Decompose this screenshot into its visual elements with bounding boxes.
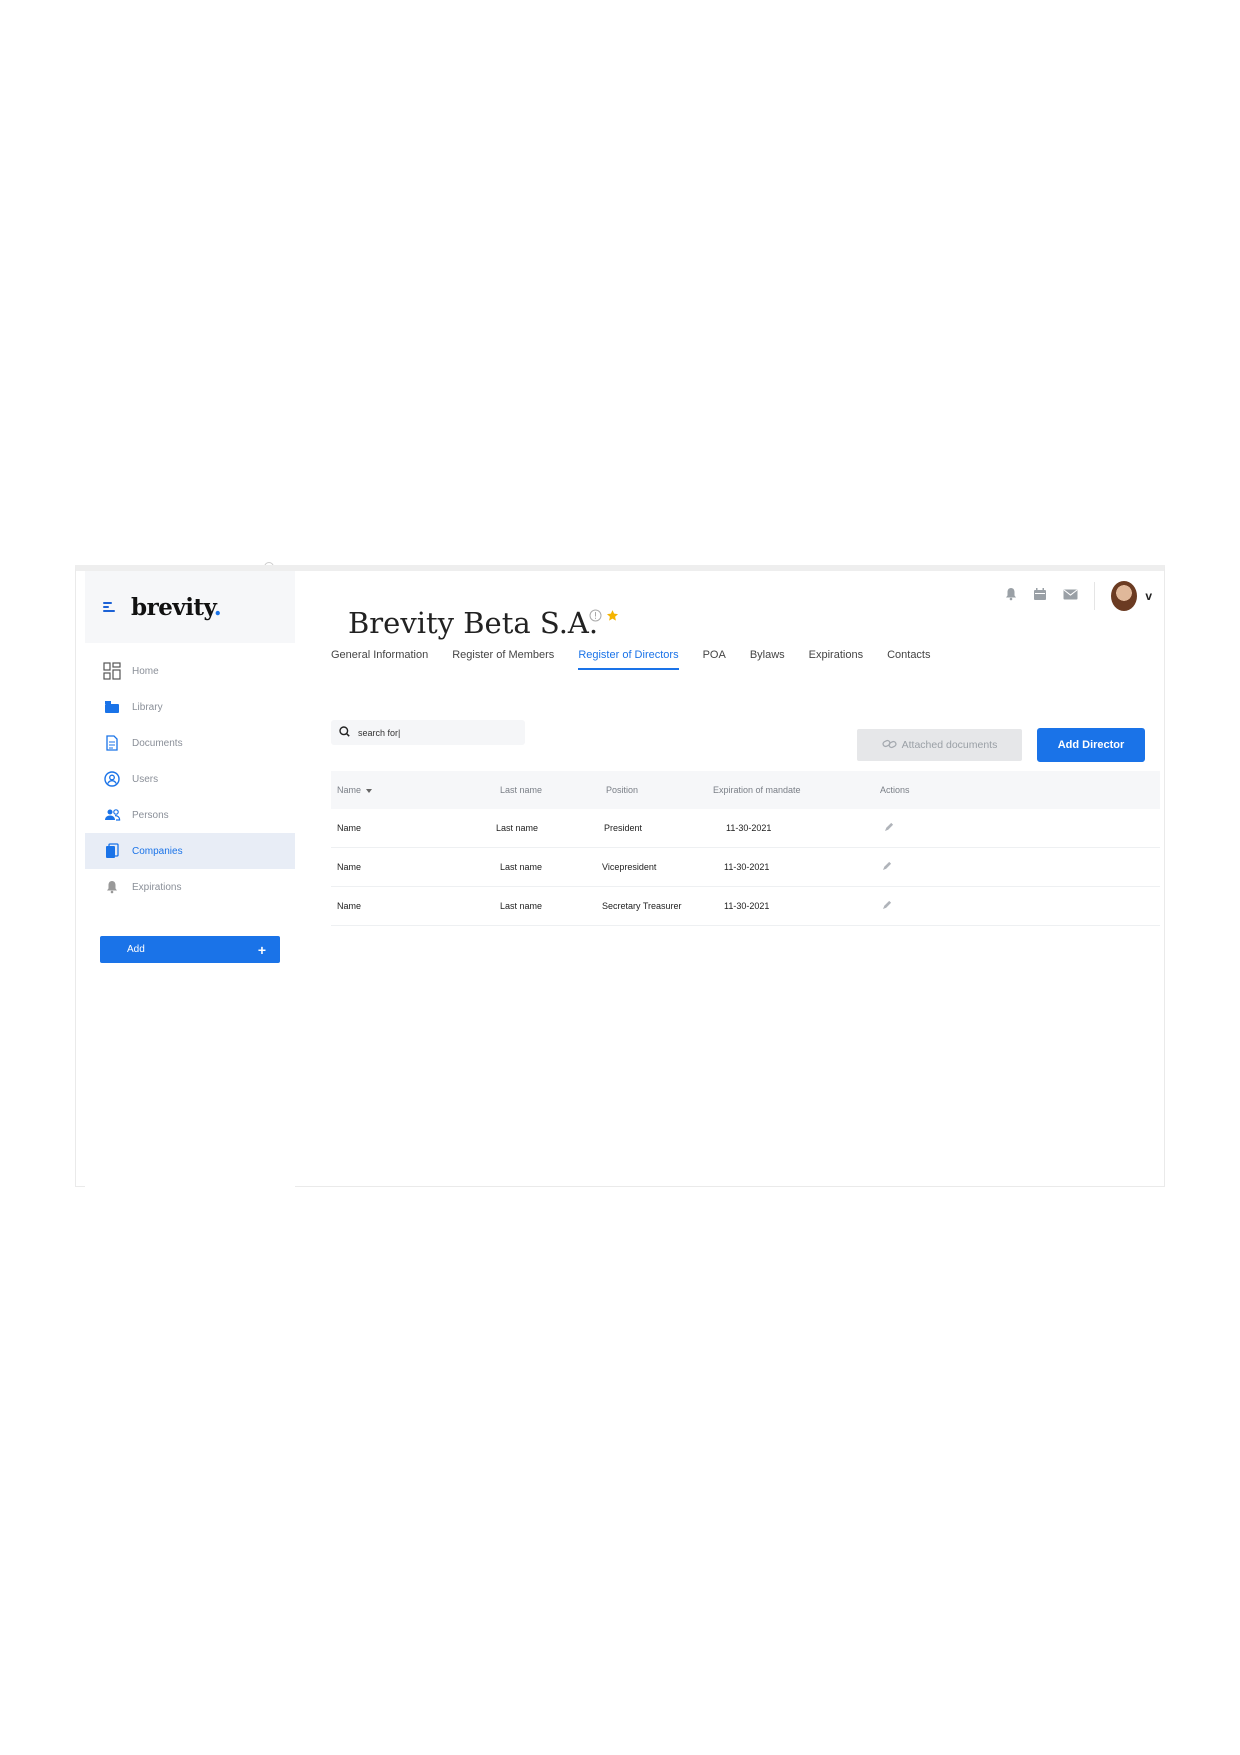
cell-name: Name [337, 862, 362, 872]
column-header-actions: Actions [880, 785, 910, 795]
tab-general-information[interactable]: General Information [331, 649, 428, 670]
add-button-label: Add [127, 944, 145, 955]
brevity-logo[interactable]: brevity. [131, 594, 222, 621]
cell-name: Name [337, 901, 362, 911]
search-box [331, 720, 525, 745]
sidebar-nav: Home Library Documents Users Persons Com… [85, 653, 295, 905]
tab-bylaws[interactable]: Bylaws [750, 649, 785, 670]
info-icon[interactable] [589, 609, 602, 627]
cell-position: Vicepresident [602, 862, 657, 872]
sidebar-item-persons[interactable]: Persons [85, 797, 295, 833]
sidebar-item-label: Persons [132, 809, 169, 821]
cell-expiration: 11-30-2021 [724, 901, 770, 911]
bell-icon [103, 878, 121, 896]
add-director-button[interactable]: Add Director [1037, 728, 1145, 762]
column-header-last-name: Last name [500, 785, 543, 795]
user-circle-icon [103, 770, 121, 788]
table-row: Name Last name Secretary Treasurer 11-30… [331, 887, 1160, 926]
attached-documents-label: Attached documents [901, 739, 998, 751]
tab-contacts[interactable]: Contacts [887, 649, 930, 670]
sort-arrow-icon[interactable] [366, 788, 373, 793]
folder-icon [103, 698, 121, 716]
search-input[interactable] [356, 726, 510, 739]
page-title: Brevity Beta S.A. [348, 606, 599, 641]
column-header-position: Position [606, 785, 639, 795]
tab-register-of-directors[interactable]: Register of Directors [578, 649, 679, 670]
mail-icon[interactable] [1063, 587, 1078, 605]
grid-icon [103, 662, 121, 680]
plus-icon: + [257, 941, 266, 958]
sidebar-item-label: Documents [132, 737, 183, 749]
sidebar-item-label: Companies [132, 845, 183, 857]
sidebar-item-label: Home [132, 665, 159, 677]
sidebar-item-users[interactable]: Users [85, 761, 295, 797]
sidebar: brevity. Home Library Documents Users Pe… [85, 571, 295, 1187]
sidebar-item-home[interactable]: Home [85, 653, 295, 689]
tab-poa[interactable]: POA [703, 649, 726, 670]
user-avatar[interactable] [1111, 581, 1138, 611]
cell-last-name: Last name [496, 823, 539, 833]
chevron-down-icon[interactable]: v [1145, 589, 1152, 603]
cell-last-name: Last name [500, 901, 543, 911]
sidebar-item-label: Expirations [132, 881, 182, 893]
menu-icon[interactable] [103, 601, 117, 613]
edit-pencil-icon[interactable] [882, 900, 892, 912]
cell-position: Secretary Treasurer [602, 901, 682, 911]
sidebar-item-expirations[interactable]: Expirations [85, 869, 295, 905]
cell-name: Name [337, 823, 362, 833]
brand-header: brevity. [85, 571, 295, 643]
table-row: Name Last name President 11-30-2021 [331, 809, 1160, 848]
calendar-icon[interactable] [1033, 587, 1047, 606]
edit-pencil-icon[interactable] [882, 861, 892, 873]
table-header: Name Last name Position Expiration of ma… [331, 771, 1160, 809]
column-header-expiration: Expiration of mandate [713, 785, 801, 795]
tab-register-of-members[interactable]: Register of Members [452, 649, 554, 670]
tab-expirations[interactable]: Expirations [809, 649, 863, 670]
document-icon [103, 734, 121, 752]
sidebar-item-label: Library [132, 701, 163, 713]
link-icon [882, 738, 897, 753]
sidebar-item-label: Users [132, 773, 159, 785]
notification-bell-icon[interactable] [1005, 587, 1017, 606]
main-content: Brevity Beta S.A. v General Information … [295, 571, 1164, 1186]
sidebar-item-companies[interactable]: Companies [85, 833, 295, 869]
sidebar-item-library[interactable]: Library [85, 689, 295, 725]
cell-last-name: Last name [500, 862, 543, 872]
table-row: Name Last name Vicepresident 11-30-2021 [331, 848, 1160, 887]
add-button[interactable]: Add + [100, 936, 280, 963]
app-window: brevity. Home Library Documents Users Pe… [75, 565, 1165, 1187]
cell-expiration: 11-30-2021 [724, 862, 770, 872]
cell-position: President [604, 823, 643, 833]
search-icon [339, 724, 350, 742]
building-icon [103, 842, 121, 860]
header-toolbar: v [1005, 581, 1152, 611]
attached-documents-button[interactable]: Attached documents [857, 729, 1022, 761]
column-header-name[interactable]: Name [337, 785, 373, 795]
header-divider [1094, 582, 1096, 610]
edit-pencil-icon[interactable] [884, 822, 894, 834]
people-icon [103, 806, 121, 824]
company-tabs: General Information Register of Members … [331, 649, 955, 670]
sidebar-item-documents[interactable]: Documents [85, 725, 295, 761]
title-icons [589, 609, 619, 627]
cell-expiration: 11-30-2021 [726, 823, 772, 833]
directors-table: Name Last name Position Expiration of ma… [331, 771, 1160, 926]
star-icon[interactable] [606, 609, 619, 627]
